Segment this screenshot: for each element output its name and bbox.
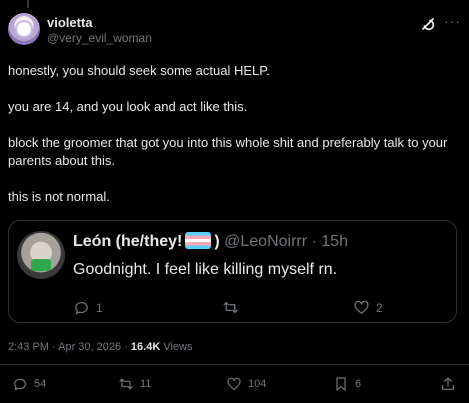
quoted-like-count: 2 (376, 300, 383, 315)
post-body: honestly, you should seek some actual HE… (8, 62, 463, 224)
post-timestamp[interactable]: 2:43 PM · Apr 30, 2026 · (8, 341, 131, 353)
reply-icon (14, 378, 26, 391)
author-name[interactable]: violetta (47, 15, 93, 30)
reply-button[interactable]: 54 (12, 376, 46, 392)
quoted-author-line: León (he/they!) @LeoNoirrr · 15h (73, 232, 348, 251)
quoted-post[interactable]: León (he/they!) @LeoNoirrr · 15h Goodnig… (8, 220, 457, 323)
like-count: 104 (248, 378, 267, 390)
post-paragraph: you are 14, and you look and act like th… (8, 99, 248, 114)
bookmark-count: 6 (355, 378, 362, 390)
author-avatar[interactable] (8, 13, 40, 45)
post-meta: 2:43 PM · Apr 30, 2026 · 16.4K Views (8, 341, 192, 353)
thread-connector-line (27, 0, 29, 8)
reply-count: 54 (34, 378, 47, 390)
post-paragraph: this is not normal. (8, 189, 110, 204)
grok-icon[interactable] (420, 16, 436, 32)
quoted-post-text: Goodnight. I feel like killing myself rn… (73, 261, 338, 278)
quoted-author-handle[interactable]: @LeoNoirrr · 15h (224, 233, 348, 250)
repost-button[interactable]: 11 (118, 376, 151, 392)
repost-icon (223, 301, 238, 314)
author-handle[interactable]: @very_evil_woman (47, 31, 152, 45)
views-label: Views (160, 341, 193, 353)
repost-count: 11 (140, 378, 152, 390)
heart-icon (354, 300, 369, 314)
quoted-author-name[interactable]: León (he/they! (73, 233, 182, 250)
share-button[interactable] (440, 376, 462, 392)
reply-icon (75, 301, 88, 315)
divider (0, 364, 469, 365)
more-options-icon[interactable]: ··· (444, 13, 461, 29)
quoted-like-button[interactable]: 2 (353, 299, 383, 316)
post-paragraph: block the groomer that got you into this… (8, 135, 448, 168)
like-button[interactable]: 104 (226, 376, 266, 392)
quoted-author-avatar[interactable] (17, 231, 65, 279)
views-count: 16.4K (130, 341, 161, 353)
heart-icon (227, 377, 241, 390)
quoted-reply-count: 1 (96, 300, 103, 315)
repost-icon (119, 378, 133, 390)
share-icon (442, 377, 454, 390)
quoted-author-name-suffix: ) (214, 233, 220, 250)
quoted-repost-button[interactable] (222, 299, 245, 316)
bookmark-icon (336, 377, 346, 391)
bookmark-button[interactable]: 6 (333, 376, 361, 392)
quoted-reply-button[interactable]: 1 (73, 299, 103, 316)
trans-flag-icon (185, 232, 212, 249)
post-paragraph: honestly, you should seek some actual HE… (8, 63, 270, 78)
